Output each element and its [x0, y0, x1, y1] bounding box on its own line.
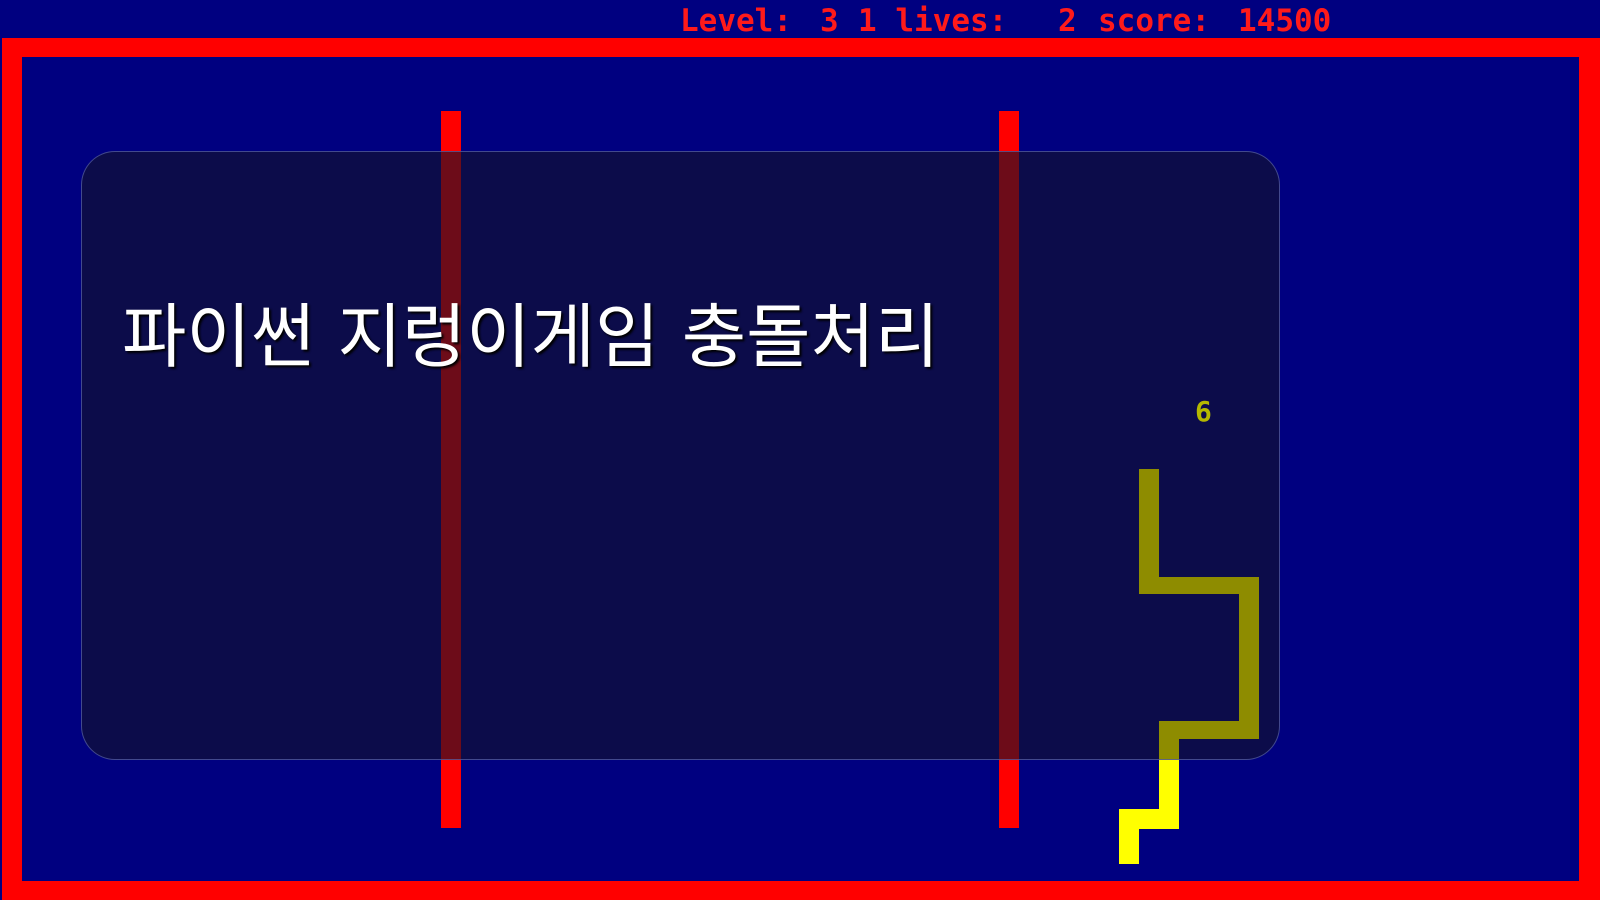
hud-level-value: 3 — [820, 3, 839, 39]
playfield-border-left — [2, 38, 22, 900]
hud-level-label: Level: — [680, 3, 792, 39]
hud-status-bar: Level: 3 1 lives: 2 score: 14500 — [0, 3, 1600, 39]
hud-lives-value: 2 — [1058, 3, 1077, 39]
caption-overlay-panel — [81, 151, 1280, 760]
hud-score-label: score: — [1098, 3, 1210, 39]
snake-length-counter: 6 — [1195, 395, 1212, 428]
playfield-border-bottom — [2, 881, 1600, 900]
playfield-border-right — [1579, 38, 1600, 900]
snake-segment — [1139, 469, 1159, 593]
game-screen: Level: 3 1 lives: 2 score: 14500 파이썬 지렁이… — [0, 0, 1600, 900]
overlay-caption: 파이썬 지렁이게임 충돌처리 — [122, 296, 940, 378]
hud-score-value: 14500 — [1238, 3, 1332, 39]
snake-segment — [1239, 577, 1259, 739]
snake-segment — [1159, 721, 1179, 759]
playfield-border-top — [2, 38, 1600, 57]
snake-head — [1119, 809, 1139, 864]
hud-lives-label: 1 lives: — [858, 3, 1008, 39]
